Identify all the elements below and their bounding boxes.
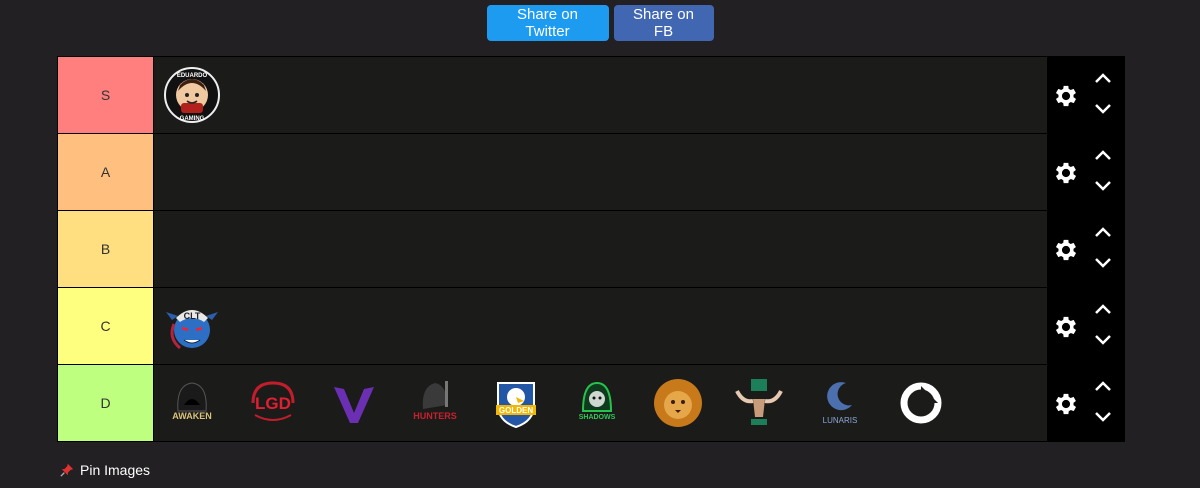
tier-label-c[interactable]: C (57, 288, 153, 364)
tier-controls-b (1047, 211, 1125, 287)
tier-items-b[interactable] (153, 211, 1047, 287)
chevron-up-icon[interactable] (1094, 225, 1112, 239)
tier-controls-a (1047, 134, 1125, 210)
eduardo-bottom-text: GAMING (180, 116, 205, 122)
tier-controls-s (1047, 57, 1125, 133)
lunaris-logo[interactable]: LUNARIS (812, 375, 868, 431)
chevron-down-icon[interactable] (1094, 333, 1112, 347)
tier-row-c: C CLT (57, 288, 1125, 365)
hunters-text: HUNTERS (413, 411, 457, 421)
chevron-up-icon[interactable] (1094, 148, 1112, 162)
purple-v-logo[interactable] (326, 375, 382, 431)
pin-images-label: Pin Images (80, 462, 151, 478)
chevron-down-icon[interactable] (1094, 410, 1112, 424)
tier-items-d[interactable]: AWAKEN LGD HUNTERS GOLDEN SHADOWS LUNARI… (153, 365, 1047, 441)
chevron-up-icon[interactable] (1094, 71, 1112, 85)
chevron-up-icon[interactable] (1094, 302, 1112, 316)
share-fb-button[interactable]: Share on FB (613, 5, 714, 41)
lion-logo[interactable] (650, 375, 706, 431)
pin-images-toggle[interactable]: Pin Images (60, 462, 150, 478)
tier-items-s[interactable]: EDUARDO GAMING (153, 57, 1047, 133)
ring-logo[interactable] (893, 375, 949, 431)
chevron-down-icon[interactable] (1094, 179, 1112, 193)
tier-label-b[interactable]: B (57, 211, 153, 287)
hunters-logo[interactable]: HUNTERS (407, 375, 463, 431)
tier-row-b: B (57, 211, 1125, 288)
gear-icon[interactable] (1052, 82, 1080, 110)
moose-logo[interactable] (731, 375, 787, 431)
tier-row-d: D AWAKEN LGD HUNTERS GOLDEN SHADOWS LUNA… (57, 365, 1125, 442)
gear-icon[interactable] (1052, 313, 1080, 341)
tier-row-s: S EDUARDO GAMING (57, 57, 1125, 134)
eduardo-top-text: EDUARDO (177, 73, 208, 79)
tier-label-d[interactable]: D (57, 365, 153, 441)
lunaris-text: LUNARIS (823, 416, 858, 425)
share-twitter-button[interactable]: Share on Twitter (486, 5, 609, 41)
chevron-up-icon[interactable] (1094, 379, 1112, 393)
clt-ogre-logo[interactable]: CLT (164, 298, 220, 354)
awaken-gaming-logo[interactable]: AWAKEN (164, 375, 220, 431)
eduardo-gaming-logo[interactable]: EDUARDO GAMING (164, 67, 220, 123)
clt-text: CLT (184, 311, 201, 321)
lgd-logo[interactable]: LGD (245, 375, 301, 431)
gear-icon[interactable] (1052, 236, 1080, 264)
tier-row-a: A (57, 134, 1125, 211)
shadows-text: SHADOWS (579, 414, 616, 421)
pushpin-icon (60, 463, 74, 477)
gear-icon[interactable] (1052, 159, 1080, 187)
tier-controls-c (1047, 288, 1125, 364)
tier-label-a[interactable]: A (57, 134, 153, 210)
golden-text: GOLDEN (499, 406, 533, 415)
chevron-down-icon[interactable] (1094, 256, 1112, 270)
gear-icon[interactable] (1052, 390, 1080, 418)
tier-items-c[interactable]: CLT (153, 288, 1047, 364)
lgd-text: LGD (255, 394, 291, 413)
awaken-text: AWAKEN (172, 411, 212, 421)
tier-label-s[interactable]: S (57, 57, 153, 133)
chevron-down-icon[interactable] (1094, 102, 1112, 116)
shadows-logo[interactable]: SHADOWS (569, 375, 625, 431)
golden-eagle-logo[interactable]: GOLDEN (488, 375, 544, 431)
tier-items-a[interactable] (153, 134, 1047, 210)
tier-controls-d (1047, 365, 1125, 441)
tier-list: S EDUARDO GAMING A B C CLT D AWAKEN LGD … (57, 56, 1125, 442)
share-bar: Share on Twitter Share on FB (0, 5, 1200, 41)
